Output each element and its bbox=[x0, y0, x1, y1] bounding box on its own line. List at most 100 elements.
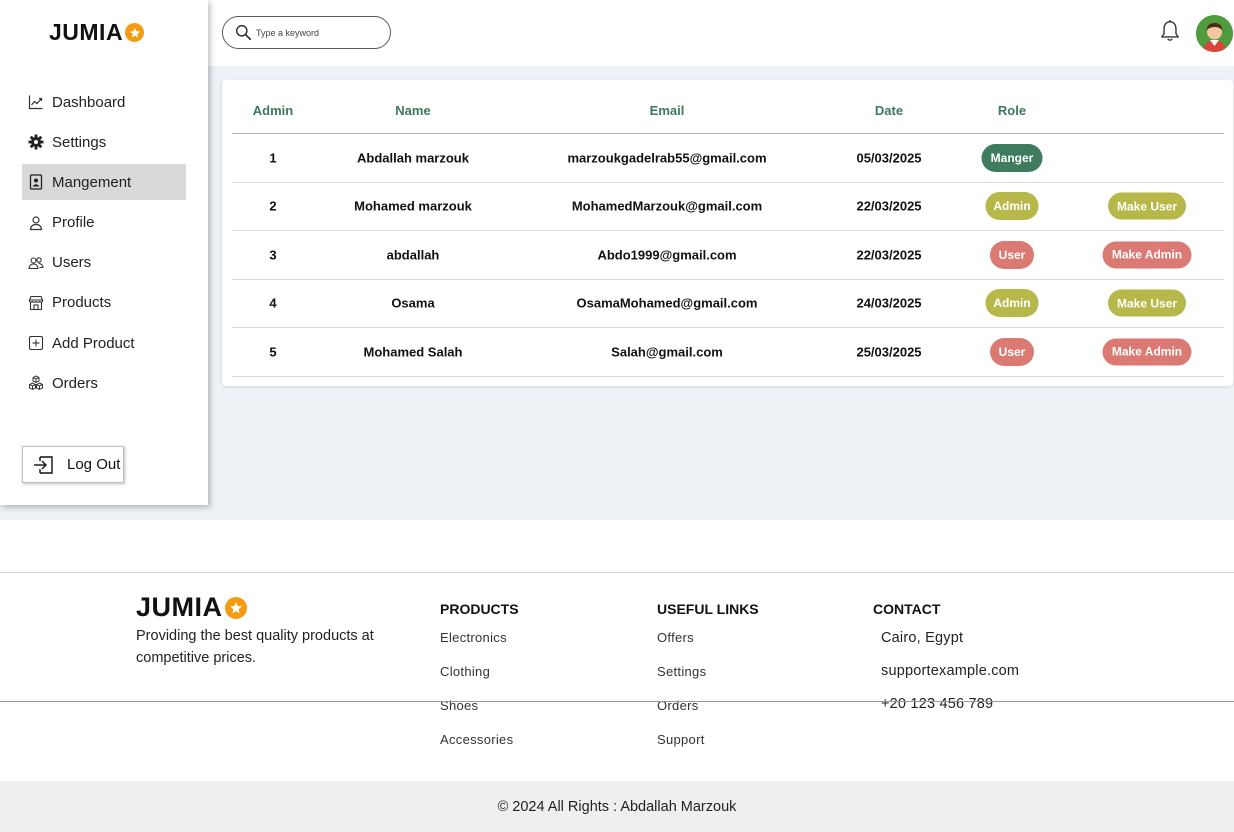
boxes-icon bbox=[29, 375, 43, 391]
row-date: 25/03/2025 bbox=[856, 344, 922, 360]
footer-contact-column: CONTACT Cairo, Egypt supportexample.com … bbox=[873, 601, 1019, 729]
plus-square-icon bbox=[28, 336, 44, 351]
footer-link-offers[interactable]: Offers bbox=[657, 630, 759, 664]
column-header-name: Name bbox=[395, 103, 431, 118]
column-header-admin: Admin bbox=[252, 103, 294, 118]
sidebar-item-label: Mangement bbox=[52, 173, 132, 191]
role-badge-user: User bbox=[990, 337, 1034, 366]
brand-star-icon bbox=[224, 596, 247, 619]
footer-useful-links-column: USEFUL LINKS Offers Settings Orders Supp… bbox=[657, 601, 759, 766]
make-admin-button[interactable]: Make Admin bbox=[1102, 338, 1192, 366]
search-bar[interactable] bbox=[222, 16, 391, 49]
brand-logo[interactable]: JUMIA bbox=[49, 19, 145, 46]
logout-button[interactable]: Log Out bbox=[22, 446, 124, 483]
users-table-card: Admin Name Email Date Role 1 Abdallah ma… bbox=[222, 80, 1233, 386]
sidebar-item-label: Products bbox=[52, 294, 112, 312]
sidebar-item-label: Settings bbox=[52, 133, 107, 151]
role-badge-manger: Manger bbox=[981, 143, 1043, 172]
column-header-date: Date bbox=[874, 103, 904, 118]
role-badge-admin: Admin bbox=[985, 192, 1039, 221]
row-name: Osama bbox=[391, 295, 435, 311]
user-avatar-icon bbox=[1196, 15, 1233, 52]
sidebar-nav: Dashboard Settings Mangement Profile Use… bbox=[22, 84, 186, 406]
table-row: 1 Abdallah marzouk marzoukgadelrab55@gma… bbox=[232, 134, 1224, 183]
sidebar-item-settings[interactable]: Settings bbox=[22, 124, 186, 160]
sidebar-item-dashboard[interactable]: Dashboard bbox=[22, 84, 186, 120]
row-name: Mohamed marzouk bbox=[354, 198, 472, 214]
table-row: 5 Mohamed Salah Salah@gmail.com 25/03/20… bbox=[232, 328, 1224, 377]
sidebar-item-profile[interactable]: Profile bbox=[22, 205, 186, 241]
make-admin-button[interactable]: Make Admin bbox=[1102, 241, 1192, 269]
table-row: 3 abdallah Abdo1999@gmail.com 22/03/2025… bbox=[232, 231, 1224, 280]
gear-icon bbox=[28, 134, 44, 150]
copyright-bar: © 2024 All Rights : Abdallah Marzouk bbox=[0, 781, 1234, 832]
row-id: 3 bbox=[269, 247, 277, 263]
footer-products-title: PRODUCTS bbox=[440, 601, 519, 617]
person-icon bbox=[29, 215, 43, 230]
row-email: MohamedMarzouk@gmail.com bbox=[571, 198, 763, 214]
sidebar-item-mangement[interactable]: Mangement bbox=[22, 164, 186, 201]
sidebar: JUMIA Dashboard Settings Mangement Profi… bbox=[0, 0, 208, 505]
row-id: 5 bbox=[269, 344, 277, 360]
column-header-role: Role bbox=[997, 103, 1027, 118]
users-icon bbox=[28, 256, 44, 269]
sidebar-item-add-product[interactable]: Add Product bbox=[22, 325, 186, 361]
logout-label: Log Out bbox=[67, 456, 121, 473]
copyright-text: © 2024 All Rights : Abdallah Marzouk bbox=[497, 798, 737, 815]
brand-name: JUMIA bbox=[49, 19, 124, 45]
role-badge-admin: Admin bbox=[985, 289, 1039, 318]
bell-icon[interactable] bbox=[1159, 19, 1181, 43]
footer-products-column: PRODUCTS Electronics Clothing Shoes Acce… bbox=[440, 601, 519, 766]
column-header-email: Email bbox=[649, 103, 685, 118]
sidebar-item-orders[interactable]: Orders bbox=[22, 365, 186, 401]
row-email: Abdo1999@gmail.com bbox=[597, 247, 737, 263]
row-id: 2 bbox=[269, 198, 277, 214]
sidebar-item-label: Users bbox=[52, 254, 92, 272]
footer-useful-links-title: USEFUL LINKS bbox=[657, 601, 759, 617]
chart-line-icon bbox=[28, 95, 43, 110]
footer-divider bbox=[0, 572, 1234, 573]
row-email: marzoukgadelrab55@gmail.com bbox=[567, 150, 767, 166]
footer-brand-logo[interactable]: JUMIA bbox=[136, 592, 247, 623]
footer-link-electronics[interactable]: Electronics bbox=[440, 630, 519, 664]
contact-website: supportexample.com bbox=[881, 663, 1020, 679]
footer-link-clothing[interactable]: Clothing bbox=[440, 664, 519, 698]
table-row: 4 Osama OsamaMohamed@gmail.com 24/03/202… bbox=[232, 280, 1224, 328]
footer-link-settings[interactable]: Settings bbox=[657, 664, 759, 698]
footer-link-support[interactable]: Support bbox=[657, 732, 759, 766]
footer-link-shoes[interactable]: Shoes bbox=[440, 698, 519, 732]
footer-link-orders[interactable]: Orders bbox=[657, 698, 759, 732]
id-card-icon bbox=[29, 174, 43, 191]
sidebar-item-label: Orders bbox=[52, 374, 98, 392]
row-name: Abdallah marzouk bbox=[357, 150, 469, 166]
footer-brand-name: JUMIA bbox=[136, 592, 223, 622]
footer-contact-title: CONTACT bbox=[873, 601, 941, 617]
sidebar-item-users[interactable]: Users bbox=[22, 245, 186, 281]
avatar[interactable] bbox=[1196, 15, 1233, 52]
logout-icon bbox=[34, 455, 53, 474]
sidebar-item-label: Dashboard bbox=[52, 93, 126, 111]
row-email: Salah@gmail.com bbox=[611, 344, 723, 360]
sidebar-item-label: Profile bbox=[52, 214, 95, 232]
sidebar-item-products[interactable]: Products bbox=[22, 285, 186, 321]
make-user-button[interactable]: Make User bbox=[1108, 192, 1186, 220]
row-date: 22/03/2025 bbox=[856, 198, 922, 214]
row-id: 4 bbox=[269, 295, 277, 311]
table-row: 2 Mohamed marzouk MohamedMarzouk@gmail.c… bbox=[232, 183, 1224, 231]
search-icon bbox=[236, 25, 252, 41]
sidebar-item-label: Add Product bbox=[52, 334, 135, 352]
footer-divider bbox=[0, 701, 1234, 702]
contact-address: Cairo, Egypt bbox=[881, 630, 964, 646]
row-date: 05/03/2025 bbox=[856, 150, 922, 166]
search-input[interactable] bbox=[256, 27, 376, 38]
row-name: abdallah bbox=[386, 247, 440, 263]
role-badge-user: User bbox=[990, 240, 1034, 269]
row-date: 24/03/2025 bbox=[856, 295, 922, 311]
make-user-button[interactable]: Make User bbox=[1108, 289, 1186, 317]
row-email: OsamaMohamed@gmail.com bbox=[576, 295, 758, 311]
row-id: 1 bbox=[269, 150, 277, 166]
footer-tagline: Providing the best quality products at c… bbox=[136, 628, 374, 666]
footer-link-accessories[interactable]: Accessories bbox=[440, 732, 519, 766]
row-name: Mohamed Salah bbox=[363, 344, 463, 360]
store-icon bbox=[28, 295, 44, 310]
